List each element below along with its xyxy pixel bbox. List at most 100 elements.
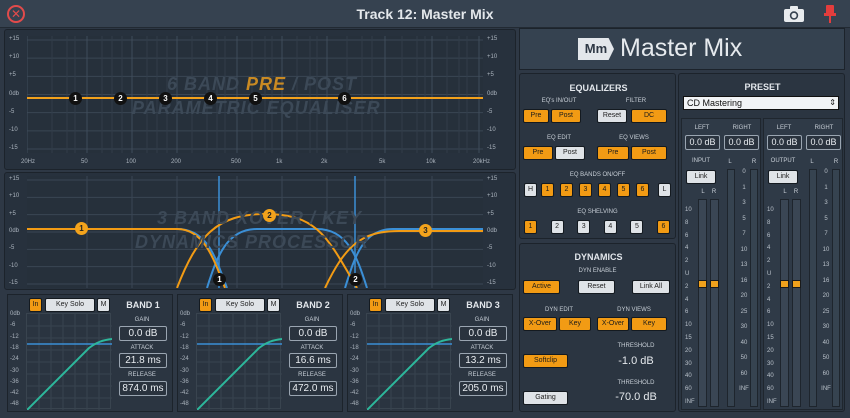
- band-in-button[interactable]: In: [369, 298, 382, 312]
- eq-graph[interactable]: 6 BAND PRE / POST PARAMETRIC EQUALISER 1…: [27, 36, 483, 153]
- eq-band-toggle[interactable]: 2: [560, 183, 573, 197]
- output-link-button[interactable]: Link: [768, 170, 798, 184]
- eq-wm-a: 6 BAND: [167, 74, 247, 94]
- eq-band-handle[interactable]: 1: [69, 92, 82, 105]
- eq-post-button[interactable]: Post: [551, 109, 581, 123]
- band-db-label: -18: [350, 344, 359, 351]
- band-gain-value[interactable]: 0.0 dB: [289, 326, 337, 341]
- band-release-value[interactable]: 874.0 ms: [119, 381, 167, 396]
- band-key-solo-button[interactable]: Key Solo: [215, 298, 265, 312]
- xover-point-handle[interactable]: 2: [349, 273, 362, 286]
- dyn-view-key-button[interactable]: Key: [631, 317, 667, 331]
- eq-pre-button[interactable]: Pre: [523, 109, 549, 123]
- eq-edit-post-button[interactable]: Post: [555, 146, 585, 160]
- band-release-value[interactable]: 472.0 ms: [289, 381, 337, 396]
- band-release-value[interactable]: 205.0 ms: [459, 381, 507, 396]
- input-meter-scale-label: 16: [740, 277, 748, 284]
- dyn-link-all-button[interactable]: Link All: [632, 280, 670, 294]
- eq-band-l-button[interactable]: L: [658, 183, 671, 197]
- eq-band-handle[interactable]: 5: [249, 92, 262, 105]
- output-fader-track[interactable]: [780, 199, 789, 407]
- band-mute-button[interactable]: M: [437, 298, 450, 312]
- band-gain-value[interactable]: 0.0 dB: [119, 326, 167, 341]
- dyn-edit-key-button[interactable]: Key: [559, 317, 591, 331]
- pin-icon[interactable]: [822, 4, 838, 24]
- eq-band-toggle[interactable]: 5: [617, 183, 630, 197]
- dyn-active-button[interactable]: Active: [523, 280, 560, 294]
- input-fader-track[interactable]: [698, 199, 707, 407]
- eq-view-post-button[interactable]: Post: [631, 146, 667, 160]
- xover-point-handle[interactable]: 1: [213, 273, 226, 286]
- softclip-button[interactable]: Softclip: [523, 354, 568, 368]
- dyn-reset-button[interactable]: Reset: [578, 280, 615, 294]
- dyn-view-xover-button[interactable]: X-Over: [597, 317, 629, 331]
- output-level-meter: [809, 169, 817, 407]
- input-fader-scale-label: 20: [685, 347, 692, 354]
- band-gain-value[interactable]: 0.0 dB: [459, 326, 507, 341]
- eq-band-handle[interactable]: 4: [204, 92, 217, 105]
- input-fader-track[interactable]: [710, 199, 719, 407]
- input-meter-scale-label: 30: [740, 324, 748, 330]
- eq-freq-label: 20kHz: [473, 159, 491, 165]
- eq-shelving-toggle[interactable]: 4: [603, 220, 617, 234]
- output-fader-knob[interactable]: [792, 280, 801, 288]
- eq-shelving-toggle[interactable]: 1: [524, 220, 537, 234]
- band-compressor-graph[interactable]: [366, 313, 453, 411]
- eq-edit-pre-button[interactable]: Pre: [523, 146, 553, 160]
- band-attack-value[interactable]: 13.2 ms: [459, 353, 507, 368]
- band-key-solo-button[interactable]: Key Solo: [385, 298, 435, 312]
- band-mute-button[interactable]: M: [267, 298, 280, 312]
- output-left-value[interactable]: 0.0 dB: [767, 135, 802, 150]
- band-attack-value[interactable]: 21.8 ms: [119, 353, 167, 368]
- filter-reset-button[interactable]: Reset: [597, 109, 627, 123]
- preset-select[interactable]: CD Mastering ⇕: [683, 96, 839, 110]
- eq-db-label-right: 0db: [487, 90, 498, 97]
- band-attack-value[interactable]: 16.6 ms: [289, 353, 337, 368]
- gating-button[interactable]: Gating: [523, 391, 568, 405]
- eq-band-handle[interactable]: 3: [159, 92, 172, 105]
- input-fader-knob[interactable]: [710, 280, 719, 288]
- input-right-value[interactable]: 0.0 dB: [724, 135, 759, 150]
- eq-band-toggle[interactable]: 6: [636, 183, 649, 197]
- eq-shelving-toggle[interactable]: 2: [550, 220, 564, 234]
- eq-band-handle[interactable]: 6: [338, 92, 351, 105]
- eq-edit-label: EQ EDIT: [546, 135, 571, 141]
- band-in-button[interactable]: In: [29, 298, 42, 312]
- camera-icon[interactable]: [783, 5, 805, 23]
- eq-shelving-toggle[interactable]: 6: [657, 220, 670, 234]
- eq-freq-label: 2k: [321, 159, 328, 165]
- output-fader-knob[interactable]: [780, 280, 789, 288]
- dyn-edit-xover-button[interactable]: X-Over: [523, 317, 557, 331]
- band-db-label: -12: [10, 333, 19, 340]
- band-in-button[interactable]: In: [199, 298, 212, 312]
- input-fader-scale-label: 2: [685, 283, 689, 290]
- eq-band-toggle[interactable]: 1: [541, 183, 554, 197]
- output-right-value[interactable]: 0.0 dB: [806, 135, 841, 150]
- eq-band-handle[interactable]: 2: [114, 92, 127, 105]
- eq-band-toggle[interactable]: 3: [579, 183, 592, 197]
- output-level-meter: [832, 169, 840, 407]
- band-key-solo-button[interactable]: Key Solo: [45, 298, 95, 312]
- dyn-band-panel: In Key Solo M BAND 3 0db -6 -12 -18 -24 -30 -36 -42…: [347, 294, 513, 412]
- band-mute-button[interactable]: M: [97, 298, 110, 312]
- xover-graph[interactable]: 3 BAND XOVER / KEY DYNAMICS PROCESSOR 1 2…: [27, 176, 483, 288]
- eq-shelving-toggle[interactable]: 3: [577, 220, 591, 234]
- band-compressor-graph[interactable]: [26, 313, 113, 411]
- eq-db-label-right: -15: [487, 145, 496, 151]
- eq-view-pre-button[interactable]: Pre: [597, 146, 629, 160]
- xover-band-handle[interactable]: 2: [263, 209, 276, 222]
- input-fader-knob[interactable]: [698, 280, 707, 288]
- eq-band-h-button[interactable]: H: [524, 183, 537, 197]
- input-link-button[interactable]: Link: [686, 170, 716, 184]
- eq-band-toggle[interactable]: 4: [598, 183, 611, 197]
- xover-band-handle[interactable]: 1: [75, 222, 88, 235]
- eq-shelving-toggle[interactable]: 5: [630, 220, 644, 234]
- input-meter-r-label: R: [751, 159, 757, 165]
- xover-band-handle[interactable]: 3: [419, 224, 432, 237]
- band-db-label: -24: [350, 356, 359, 363]
- output-fader-track[interactable]: [792, 199, 801, 407]
- filter-dc-button[interactable]: DC: [631, 109, 667, 123]
- input-fader-l-label: L: [701, 189, 705, 195]
- input-left-value[interactable]: 0.0 dB: [685, 135, 720, 150]
- band-compressor-graph[interactable]: [196, 313, 283, 411]
